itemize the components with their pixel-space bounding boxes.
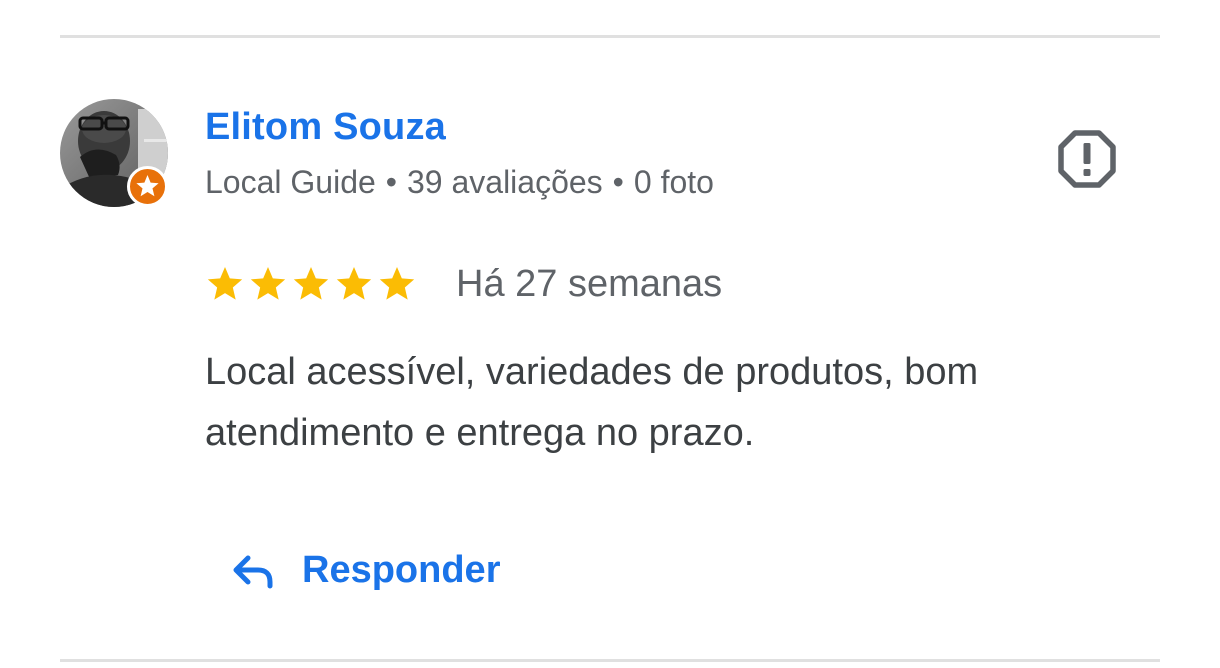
author-name[interactable]: Elitom Souza xyxy=(205,106,446,149)
top-divider xyxy=(60,35,1160,38)
reply-label: Responder xyxy=(302,548,501,591)
bottom-divider xyxy=(60,659,1160,662)
review-card: Elitom Souza Local Guide • 39 avaliações • 0… xyxy=(0,0,1220,668)
review-text-line: atendimento e entrega no prazo. xyxy=(205,412,755,454)
rating-row: Há 27 semanas xyxy=(205,260,722,308)
review-text-line: Local acessível, variedades de produtos,… xyxy=(205,351,979,393)
reply-arrow-icon xyxy=(233,555,273,589)
reply-button[interactable]: Responder xyxy=(228,540,500,600)
meta-separator: • xyxy=(612,164,624,200)
report-review-icon[interactable] xyxy=(1056,128,1118,190)
star-icon xyxy=(293,267,329,300)
meta-separator: • xyxy=(385,164,397,200)
local-guide-label: Local Guide xyxy=(205,164,376,200)
author-meta: Local Guide • 39 avaliações • 0 foto xyxy=(205,164,714,201)
star-rating xyxy=(205,264,420,304)
star-icon xyxy=(379,267,415,300)
local-guide-badge-icon xyxy=(127,166,168,207)
star-icon xyxy=(250,267,286,300)
photo-count: 0 foto xyxy=(633,164,714,200)
avatar[interactable] xyxy=(60,99,168,207)
star-icon xyxy=(336,267,372,300)
review-text: Local acessível, variedades de produtos,… xyxy=(205,342,1125,464)
review-time: Há 27 semanas xyxy=(456,262,723,305)
review-count: 39 avaliações xyxy=(406,164,603,200)
star-icon xyxy=(207,267,243,300)
